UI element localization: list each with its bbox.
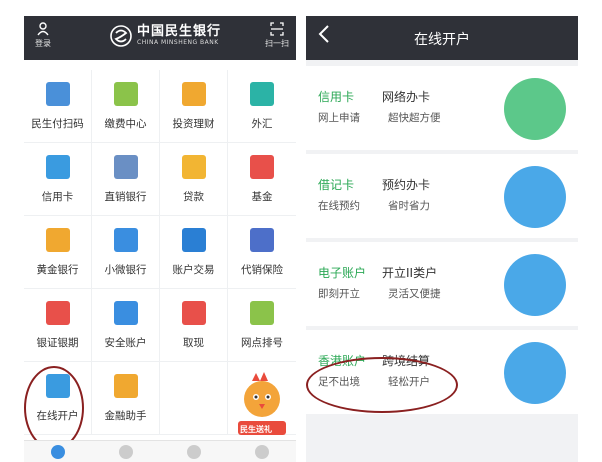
card-t1: 电子账户 — [318, 266, 367, 280]
card-t4: 省时省力 — [388, 200, 430, 212]
minsheng-logo-icon — [110, 24, 132, 47]
service-tile[interactable]: 基金 — [228, 143, 296, 216]
service-tile-label: 信用卡 — [41, 191, 74, 203]
debit-card-icon — [504, 166, 566, 228]
card-t1: 信用卡 — [318, 90, 355, 104]
wallet-icon — [113, 82, 138, 106]
direct-bank-icon — [113, 155, 138, 179]
home-tab-icon[interactable] — [51, 444, 65, 459]
brand-name-cn: 中国民生银行 — [137, 24, 222, 39]
card-t4: 灵活又便捷 — [388, 288, 441, 300]
service-tile-label: 安全账户 — [104, 337, 147, 349]
user-icon — [37, 22, 49, 36]
service-tile[interactable]: 黄金银行 — [24, 216, 92, 289]
compass-tab-icon[interactable] — [187, 444, 201, 459]
brand-name-en: CHINA MINSHENG BANK — [137, 39, 219, 46]
service-tile-label: 缴费中心 — [104, 118, 147, 130]
building-icon — [113, 228, 138, 252]
service-tile[interactable]: 代销保险 — [228, 216, 296, 289]
loan-bag-icon — [181, 155, 206, 179]
account-option-card[interactable]: 借记卡在线预约 预约办卡省时省力 — [306, 154, 578, 238]
service-tile[interactable]: 金融助手 — [92, 362, 160, 435]
secure-shield-icon — [113, 301, 138, 325]
service-tile-label: 账户交易 — [172, 264, 215, 276]
highlight-circle — [306, 357, 458, 413]
service-tile[interactable]: 直销银行 — [92, 143, 160, 216]
qr-pay-icon — [45, 82, 70, 106]
promo-text: 民生送礼 — [240, 425, 272, 434]
account-option-card[interactable]: 电子账户即刻开立 开立II类户灵活又便捷 — [306, 242, 578, 326]
scan-label: 扫一扫 — [265, 39, 289, 48]
card-t2: 在线预约 — [318, 200, 360, 212]
cash-box-icon — [181, 301, 206, 325]
service-tile[interactable]: 银证银期 — [24, 289, 92, 362]
promo-banner[interactable]: 民生送礼 — [234, 369, 290, 439]
service-tile-label: 贷款 — [183, 191, 204, 203]
card-t2: 网上申请 — [318, 112, 360, 124]
fund-chart-icon — [250, 155, 274, 179]
computer-phone-icon — [504, 78, 566, 140]
highlight-circle — [24, 366, 84, 450]
currency-exchange-icon — [250, 82, 274, 106]
service-tile-label: 代销保险 — [241, 264, 283, 276]
service-tile-label: 银证银期 — [36, 337, 79, 349]
service-tile[interactable]: 外汇 — [228, 70, 296, 143]
bottom-tab-bar — [24, 440, 296, 462]
service-tile[interactable]: 贷款 — [160, 143, 228, 216]
card-t4: 超快超方便 — [388, 112, 441, 124]
service-tile-label: 外汇 — [251, 118, 273, 130]
assistant-grid-icon — [113, 374, 138, 398]
page-header: 在线开户 — [306, 16, 578, 60]
credit-card-icon — [45, 155, 70, 179]
service-tile-label: 金融助手 — [104, 410, 147, 422]
service-tile-label: 投资理财 — [172, 118, 215, 130]
page-title: 在线开户 — [414, 32, 470, 48]
cup-tab-icon[interactable] — [119, 444, 133, 459]
globe-money-icon — [504, 342, 566, 404]
service-tile[interactable]: 安全账户 — [92, 289, 160, 362]
card-t2: 即刻开立 — [318, 288, 360, 300]
service-tile-label: 基金 — [251, 191, 273, 203]
service-tile-label: 小微银行 — [104, 264, 147, 276]
bank-logo: 中国民生银行 CHINA MINSHENG BANK — [110, 24, 221, 47]
left-screen: 登录 中国民生银行 CHINA MINSHENG BANK 扫一扫 民生付扫码 缴… — [24, 16, 296, 462]
service-tile-label: 民生付扫码 — [31, 118, 84, 130]
scan-icon — [270, 22, 284, 36]
app-header: 登录 中国民生银行 CHINA MINSHENG BANK 扫一扫 — [24, 16, 296, 60]
login-button[interactable]: 登录 — [32, 22, 54, 49]
card-t3: 网络办卡 — [382, 90, 431, 104]
account-option-card[interactable]: 信用卡网上申请 网络办卡超快超方便 — [306, 66, 578, 150]
bar-chart-icon — [45, 301, 70, 325]
service-tile-label: 直销银行 — [104, 191, 147, 203]
service-tile[interactable]: 民生付扫码 — [24, 70, 92, 143]
yuan-bag-icon — [181, 82, 206, 106]
card-t3: 预约办卡 — [382, 178, 431, 192]
service-tile-label: 取现 — [183, 337, 204, 349]
login-label: 登录 — [35, 39, 51, 48]
scan-button[interactable]: 扫一扫 — [264, 22, 290, 49]
service-tile[interactable]: 小微银行 — [92, 216, 160, 289]
mobile-account-icon — [504, 254, 566, 316]
right-screen: 在线开户 信用卡网上申请 网络办卡超快超方便借记卡在线预约 预约办卡省时省力电子账户… — [306, 16, 578, 462]
service-tile[interactable]: 账户交易 — [160, 216, 228, 289]
service-tile-label: 网点排号 — [241, 337, 283, 349]
empty-tile — [160, 362, 228, 435]
card-t1: 借记卡 — [318, 178, 355, 192]
profile-tab-icon[interactable] — [255, 444, 269, 459]
card-t3: 开立II类户 — [382, 266, 438, 280]
location-pin-icon — [250, 301, 274, 325]
trade-chart-icon — [181, 228, 206, 252]
service-grid: 民生付扫码 缴费中心 投资理财 外汇信用卡 直销银行 贷款 基金黄金银行 小微银行 账户交易 代销… — [24, 70, 296, 435]
service-tile[interactable]: 信用卡 — [24, 143, 92, 216]
service-tile-label: 黄金银行 — [36, 264, 79, 276]
gold-au-icon — [45, 228, 70, 252]
service-tile[interactable]: 投资理财 — [160, 70, 228, 143]
service-tile[interactable]: 缴费中心 — [92, 70, 160, 143]
service-tile[interactable]: 网点排号 — [228, 289, 296, 362]
service-tile[interactable]: 取现 — [160, 289, 228, 362]
shield-icon — [250, 228, 274, 252]
